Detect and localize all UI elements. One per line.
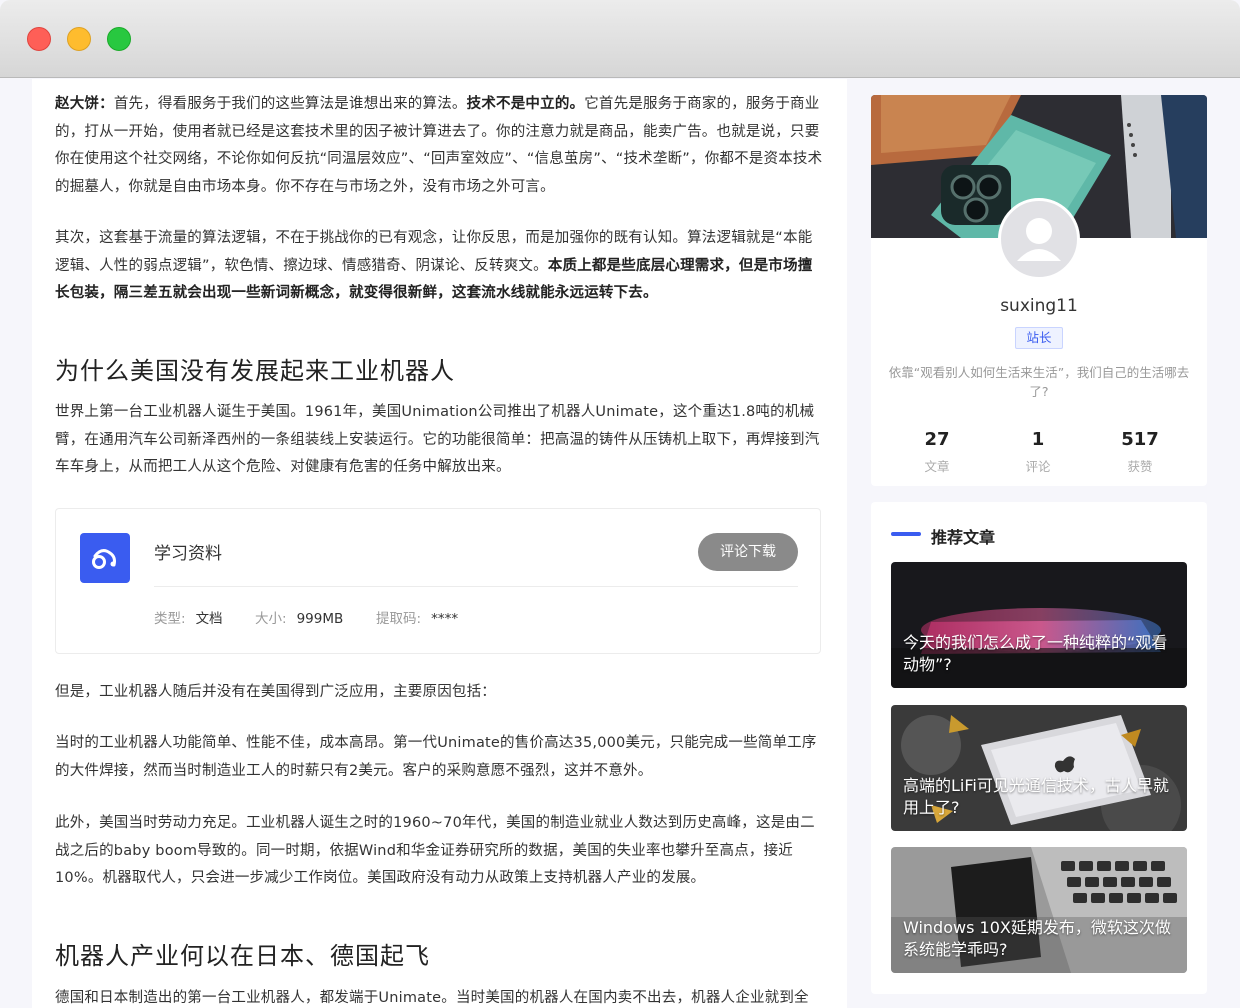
download-card: 学习资料 评论下载 类型: 文档 大小: 999MB 提取码: **** bbox=[55, 508, 821, 654]
divider bbox=[154, 586, 798, 587]
paragraph: 但是，工业机器人随后并没有在美国得到广泛应用，主要原因包括： bbox=[55, 684, 496, 700]
article-content: 赵大饼：首先，得看服务于我们的这些算法是谁想出来的算法。技术不是中立的。它首先是… bbox=[32, 79, 847, 1008]
window-titlebar bbox=[0, 0, 1240, 78]
file-size: 大小: 999MB bbox=[255, 607, 343, 627]
file-size-value: 999MB bbox=[296, 611, 344, 627]
file-type-value: 文档 bbox=[195, 611, 223, 627]
download-title: 学习资料 bbox=[154, 544, 222, 564]
stat-value: 1 bbox=[1031, 429, 1045, 450]
username[interactable]: suxing11 bbox=[871, 296, 1207, 316]
speaker-name: 赵大饼： bbox=[55, 96, 114, 112]
minimize-window-button[interactable] bbox=[67, 27, 91, 51]
stat-label: 文章 bbox=[924, 459, 950, 474]
browser-window: 赵大饼：首先，得看服务于我们的这些算法是谁想出来的算法。技术不是中立的。它首先是… bbox=[0, 0, 1240, 1008]
file-type-label: 类型: bbox=[154, 611, 186, 627]
bold-text: 技术不是中立的。 bbox=[466, 96, 585, 112]
comment-download-button[interactable]: 评论下载 bbox=[698, 533, 798, 571]
avatar[interactable] bbox=[998, 198, 1080, 280]
recommended-articles: 推荐文章 今天的我们怎么成了一种纯粹的“观看动物”? 高端的LiFi可见光通信技… bbox=[871, 502, 1207, 994]
stat-likes: 517 获赞 bbox=[1100, 429, 1180, 475]
paragraph: 赵大饼：首先，得看服务于我们的这些算法是谁想出来的算法。技术不是中立的。它首先是… bbox=[55, 91, 823, 201]
paragraph: 世界上第一台工业机器人诞生于美国。1961年，美国Unimation公司推出了机… bbox=[55, 404, 820, 475]
extract-code-label: 提取码: bbox=[376, 611, 422, 627]
paragraph: 此外，美国当时劳动力充足。工业机器人诞生之时的1960~70年代，美国的制造业就… bbox=[55, 815, 815, 886]
stat-label: 获赞 bbox=[1127, 459, 1153, 474]
user-bio: 依靠“观看别人如何生活来生活”，我们自己的生活哪去了? bbox=[888, 365, 1190, 399]
recommended-article-title: 高端的LiFi可见光通信技术，古人早就用上了? bbox=[903, 776, 1169, 817]
recommended-article-title: Windows 10X延期发布，微软这次做系统能学乖吗? bbox=[903, 918, 1171, 959]
author-profile-card: suxing11 站长 依靠“观看别人如何生活来生活”，我们自己的生活哪去了? … bbox=[871, 95, 1207, 486]
section-heading: 机器人产业何以在日本、德国起飞 bbox=[55, 942, 430, 970]
paragraph: 其次，这套基于流量的算法逻辑，不在于挑战你的已有观念，让你反思，而是加强你的既有… bbox=[55, 225, 823, 308]
link-cloud-icon bbox=[80, 533, 130, 583]
stat-value: 27 bbox=[924, 429, 950, 450]
maximize-window-button[interactable] bbox=[107, 27, 131, 51]
recommended-article-item[interactable]: Windows 10X延期发布，微软这次做系统能学乖吗? bbox=[891, 847, 1187, 973]
recommended-article-item[interactable]: 高端的LiFi可见光通信技术，古人早就用上了? bbox=[891, 705, 1187, 831]
recommended-article-item[interactable]: 今天的我们怎么成了一种纯粹的“观看动物”? bbox=[891, 562, 1187, 688]
role-badge: 站长 bbox=[1015, 327, 1063, 349]
extract-code-value: **** bbox=[431, 611, 459, 627]
file-type: 类型: 文档 bbox=[154, 607, 223, 627]
section-heading: 为什么美国没有发展起来工业机器人 bbox=[55, 357, 455, 385]
stat-articles: 27 文章 bbox=[897, 429, 977, 475]
stat-label: 评论 bbox=[1025, 459, 1051, 474]
heading-accent-bar bbox=[891, 532, 921, 536]
paragraph: 德国和日本制造出的第一台工业机器人，都发端于Unimate。当时美国的机器人在国… bbox=[55, 990, 809, 1006]
text-span: 首先，得看服务于我们的这些算法是谁想出来的算法。 bbox=[113, 96, 467, 112]
close-window-button[interactable] bbox=[27, 27, 51, 51]
stat-comments: 1 评论 bbox=[998, 429, 1078, 475]
paragraph: 当时的工业机器人功能简单、性能不佳，成本高昂。第一代Unimate的售价高达35… bbox=[55, 735, 817, 779]
file-size-label: 大小: bbox=[255, 611, 287, 627]
recommended-heading: 推荐文章 bbox=[931, 528, 996, 547]
user-avatar-icon bbox=[1017, 218, 1061, 261]
extract-code: 提取码: **** bbox=[376, 607, 458, 627]
recommended-article-title: 今天的我们怎么成了一种纯粹的“观看动物”? bbox=[903, 633, 1168, 674]
stat-value: 517 bbox=[1121, 429, 1159, 450]
